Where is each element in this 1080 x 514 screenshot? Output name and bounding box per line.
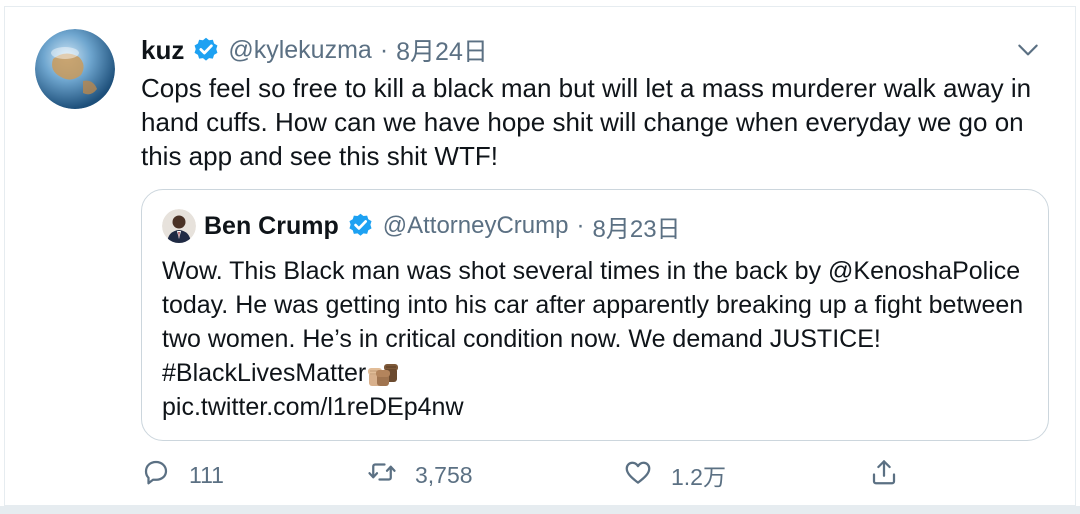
share-icon bbox=[869, 457, 899, 493]
reply-count: 111 bbox=[189, 461, 224, 488]
verified-badge-icon bbox=[192, 36, 220, 64]
quoted-text-block: Wow. This Black man was shot several tim… bbox=[162, 254, 1042, 424]
like-count: 1.2万 bbox=[671, 464, 726, 490]
verified-badge-icon bbox=[347, 212, 375, 240]
quoted-tweet-text: Wow. This Black man was shot several tim… bbox=[162, 257, 1024, 387]
separator-dot: · bbox=[576, 212, 585, 239]
quoted-handle[interactable]: @AttorneyCrump bbox=[383, 212, 569, 240]
tweet-card[interactable]: kuz @kylekuzma · 8月24日 Cops feel so free… bbox=[4, 6, 1076, 506]
heart-icon bbox=[623, 457, 653, 493]
quoted-tweet-header: Ben Crump @AttorneyCrump · 8月23日 bbox=[162, 208, 681, 244]
quoted-avatar[interactable] bbox=[162, 209, 196, 243]
share-button[interactable] bbox=[869, 455, 899, 495]
chevron-down-icon[interactable] bbox=[1015, 37, 1041, 63]
timeline-divider bbox=[0, 506, 1080, 514]
retweet-button[interactable]: 3,758 bbox=[367, 455, 473, 495]
tweet-actions: 111 3,758 1.2万 bbox=[141, 455, 1041, 495]
like-button[interactable]: 1.2万 bbox=[623, 455, 726, 495]
tweet-date[interactable]: 8月24日 bbox=[396, 32, 488, 68]
quoted-display-name[interactable]: Ben Crump bbox=[204, 212, 339, 241]
separator-dot: · bbox=[379, 35, 389, 64]
retweet-count: 3,758 bbox=[415, 461, 473, 488]
reply-button[interactable]: 111 bbox=[141, 455, 224, 495]
handle[interactable]: @kylekuzma bbox=[228, 36, 371, 65]
display-name[interactable]: kuz bbox=[141, 35, 184, 66]
quoted-avatar-image bbox=[162, 209, 196, 243]
reply-icon bbox=[141, 457, 171, 493]
avatar-image bbox=[35, 29, 115, 109]
quoted-link[interactable]: pic.twitter.com/l1reDEp4nw bbox=[162, 393, 464, 421]
quoted-tweet[interactable]: Ben Crump @AttorneyCrump · 8月23日 Wow. Th… bbox=[141, 189, 1049, 441]
retweet-icon bbox=[367, 457, 397, 493]
quoted-date[interactable]: 8月23日 bbox=[593, 209, 681, 244]
tweet-text: Cops feel so free to kill a black man bu… bbox=[141, 73, 1032, 171]
tweet-header: kuz @kylekuzma · 8月24日 bbox=[141, 33, 488, 67]
raised-fist-emoji-icon bbox=[366, 358, 400, 390]
avatar[interactable] bbox=[35, 29, 115, 109]
